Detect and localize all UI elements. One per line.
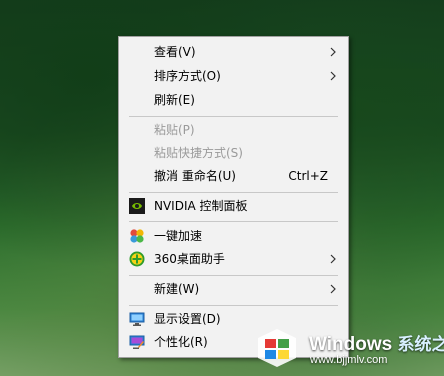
chevron-right-icon [330,254,336,264]
speedup-icon [130,229,144,243]
personalize-icon [129,335,145,349]
menu-item-label: NVIDIA 控制面板 [154,199,248,213]
360-desktop-icon [129,251,145,267]
menu-item-label: 刷新(E) [154,93,195,107]
menu-item-label: 360桌面助手 [154,252,225,266]
menu-item-label: 撤消 重命名(U) [154,169,236,183]
menu-item-one-click-speedup[interactable]: 一键加速 [119,225,348,247]
menu-item-label: 粘贴快捷方式(S) [154,146,243,160]
menu-item-label: 个性化(R) [154,335,208,349]
site-watermark: Windows 系统之家 www.bjjmlv.com [254,319,444,376]
menu-item-label: 排序方式(O) [154,69,221,83]
menu-item-label: 一键加速 [154,229,203,243]
menu-item-label: 显示设置(D) [154,312,221,326]
menu-item-new[interactable]: 新建(W) [119,278,348,300]
menu-item-undo-rename[interactable]: 撤消 重命名(U) Ctrl+Z [119,165,348,187]
menu-item-label: 查看(V) [154,45,196,59]
chevron-right-icon [330,71,336,81]
display-settings-icon [129,312,145,326]
menu-separator [129,192,338,193]
menu-item-nvidia-control-panel[interactable]: NVIDIA 控制面板 [119,195,348,217]
chevron-right-icon [330,284,336,294]
desktop-context-menu: 查看(V) 排序方式(O) 刷新(E) 粘贴(P) 粘贴快捷方式(S) 撤消 重… [118,36,349,358]
menu-separator [129,305,338,306]
nvidia-icon [129,198,145,214]
chevron-right-icon [330,47,336,57]
menu-item-label: 新建(W) [154,282,200,296]
menu-item-paste: 粘贴(P) [119,119,348,141]
watermark-brand-en: Windows [309,334,393,355]
menu-item-sort-by[interactable]: 排序方式(O) [119,65,348,87]
menu-item-label: 粘贴(P) [154,123,195,137]
menu-item-360-desktop-assistant[interactable]: 360桌面助手 [119,248,348,270]
menu-separator [129,116,338,117]
menu-item-shortcut: Ctrl+Z [288,169,328,183]
menu-separator [129,275,338,276]
menu-item-refresh[interactable]: 刷新(E) [119,89,348,111]
menu-item-view[interactable]: 查看(V) [119,41,348,63]
windows-logo-icon [258,329,296,367]
menu-separator [129,221,338,222]
watermark-brand-cn: 系统之家 [397,335,444,354]
watermark-brand: Windows 系统之家 [309,330,444,356]
watermark-url: www.bjjmlv.com [310,354,388,366]
menu-item-paste-shortcut: 粘贴快捷方式(S) [119,142,348,164]
